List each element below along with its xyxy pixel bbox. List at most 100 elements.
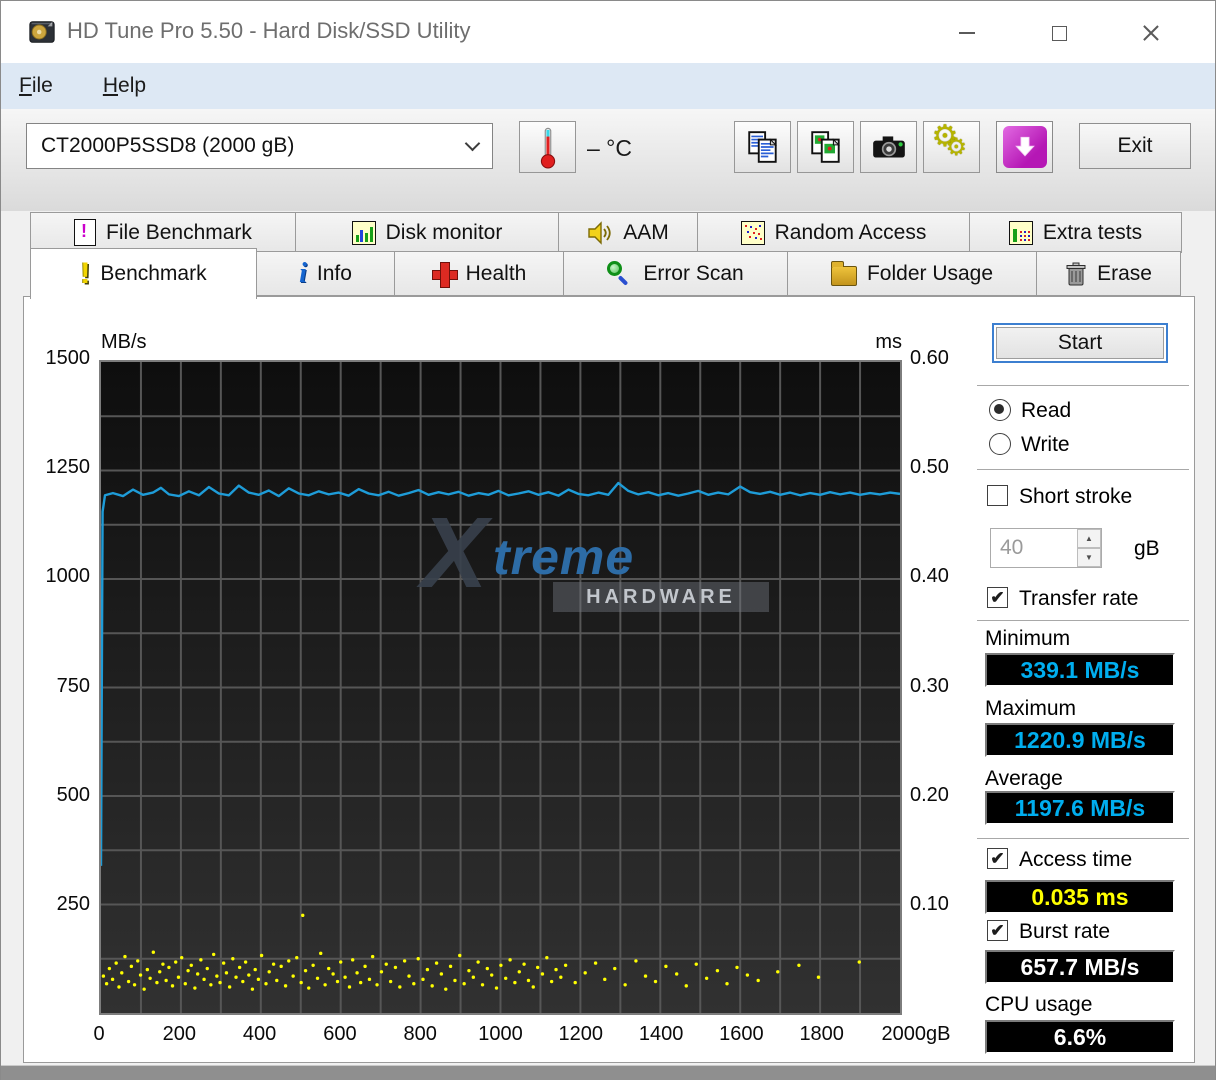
temperature-value: – °C [587, 135, 632, 161]
exit-label: Exit [1117, 134, 1153, 157]
short-stroke-size-input[interactable]: 40 ▲ ▼ [990, 528, 1102, 568]
transfer-rate-checkbox[interactable]: ✔ [987, 587, 1008, 608]
tab-info[interactable]: i Info [256, 251, 395, 296]
access-time-dot [335, 979, 340, 984]
access-time-dot [211, 952, 216, 957]
y-right-axis-unit: ms [875, 331, 902, 353]
download-arrow-icon [1002, 126, 1047, 168]
tab-folder-usage[interactable]: Folder Usage [787, 251, 1037, 296]
access-time-dot [247, 973, 251, 977]
write-radio[interactable] [989, 433, 1011, 455]
cpu-usage-value: 6.6% [985, 1020, 1175, 1054]
short-stroke-checkbox[interactable] [987, 485, 1008, 506]
access-time-dot [458, 953, 462, 958]
access-time-dot [593, 961, 598, 965]
access-time-dot [545, 955, 549, 960]
tab-disk-monitor[interactable]: Disk monitor [295, 212, 559, 253]
access-time-dot [303, 968, 308, 973]
spinner-up-button[interactable]: ▲ [1077, 529, 1101, 548]
access-time-dot [402, 959, 407, 963]
spinner-down-button[interactable]: ▼ [1077, 548, 1101, 567]
camera-icon [872, 136, 905, 158]
drive-select-dropdown[interactable]: CT2000P5SSD8 (2000 gB) [26, 123, 493, 169]
menu-bar: File Help [1, 63, 1215, 109]
access-time-dot [283, 984, 288, 988]
access-time-dot [267, 970, 271, 974]
access-time-dot [439, 972, 444, 976]
tab-error-scan[interactable]: Error Scan [563, 251, 788, 296]
folder-icon [830, 260, 857, 286]
maximize-button[interactable] [1013, 15, 1105, 51]
tab-extra-tests[interactable]: Extra tests [969, 212, 1182, 253]
access-time-dot [379, 970, 384, 974]
access-time-dot [315, 976, 320, 980]
access-time-dot [287, 959, 291, 963]
access-time-dot [343, 975, 347, 979]
access-time-dot [291, 974, 295, 978]
access-time-dot [227, 985, 232, 989]
read-label: Read [1021, 399, 1072, 422]
access-time-dot [224, 971, 229, 975]
axis-tick-label: 1500 [45, 347, 91, 369]
tab-file-benchmark[interactable]: ! File Benchmark [30, 212, 296, 253]
access-time-dot [664, 964, 668, 969]
access-time-dot [209, 983, 213, 987]
access-time-dot [107, 966, 112, 971]
menu-file[interactable]: File [9, 74, 63, 98]
read-radio[interactable] [989, 399, 1011, 421]
access-time-dot [142, 987, 146, 991]
access-time-dot [279, 964, 283, 969]
menu-help[interactable]: Help [93, 74, 156, 98]
access-time-dot [167, 965, 171, 970]
access-time-dot [393, 965, 398, 970]
tab-strip-bottom: ! Benchmark i Info Health Error Scan Fol… [30, 248, 1181, 299]
access-time-dot [151, 950, 156, 954]
temperature-button[interactable] [519, 121, 576, 173]
axis-tick-label: 0.40 [910, 565, 949, 588]
burst-rate-checkbox[interactable]: ✔ [987, 920, 1008, 941]
maximum-value: 1220.9 MB/s [985, 723, 1175, 757]
copy-text-button[interactable] [734, 121, 791, 173]
tab-health[interactable]: Health [394, 251, 564, 296]
average-label: Average [985, 767, 1063, 790]
access-time-checkbox[interactable]: ✔ [987, 848, 1008, 869]
gears-icon: ⚙ ⚙ [931, 120, 968, 161]
access-time-dot [363, 964, 367, 969]
screenshot-button[interactable] [860, 121, 917, 173]
access-time-dot [480, 983, 485, 987]
access-time-dot [189, 963, 193, 967]
tab-benchmark[interactable]: ! Benchmark [30, 248, 257, 299]
access-time-dot [323, 983, 327, 987]
settings-button[interactable]: ⚙ ⚙ [923, 120, 980, 173]
access-time-dot [643, 974, 648, 978]
tab-random-access[interactable]: Random Access [697, 212, 970, 253]
copy-image-button[interactable] [797, 121, 854, 173]
random-access-icon [740, 220, 765, 245]
access-time-dot [259, 953, 264, 958]
access-time-dot [453, 978, 457, 983]
access-time-dot [350, 958, 355, 962]
access-time-dot [215, 974, 219, 978]
exit-button[interactable]: Exit [1079, 123, 1191, 169]
axis-tick-label: 0.20 [910, 783, 949, 806]
access-time-dot [180, 955, 184, 960]
tab-erase[interactable]: Erase [1036, 251, 1181, 296]
tab-aam[interactable]: AAM [558, 212, 698, 253]
minimize-button[interactable] [921, 15, 1013, 51]
start-button[interactable]: Start [992, 323, 1168, 363]
access-time-dot [384, 962, 388, 966]
access-time-dot [195, 972, 200, 976]
access-time-dot [243, 960, 248, 964]
trash-icon [1066, 262, 1086, 285]
save-download-button[interactable] [996, 121, 1053, 173]
axis-tick-label: 500 [56, 783, 90, 806]
access-time-dot [170, 984, 175, 988]
access-time-dot [241, 979, 245, 984]
access-time-dot [494, 986, 499, 990]
close-button[interactable] [1105, 15, 1197, 51]
access-time-dot [110, 977, 115, 982]
window-title: HD Tune Pro 5.50 - Hard Disk/SSD Utility [67, 18, 471, 43]
access-time-dot [253, 967, 257, 972]
access-time-dot [164, 978, 168, 983]
average-value: 1197.6 MB/s [985, 791, 1175, 825]
